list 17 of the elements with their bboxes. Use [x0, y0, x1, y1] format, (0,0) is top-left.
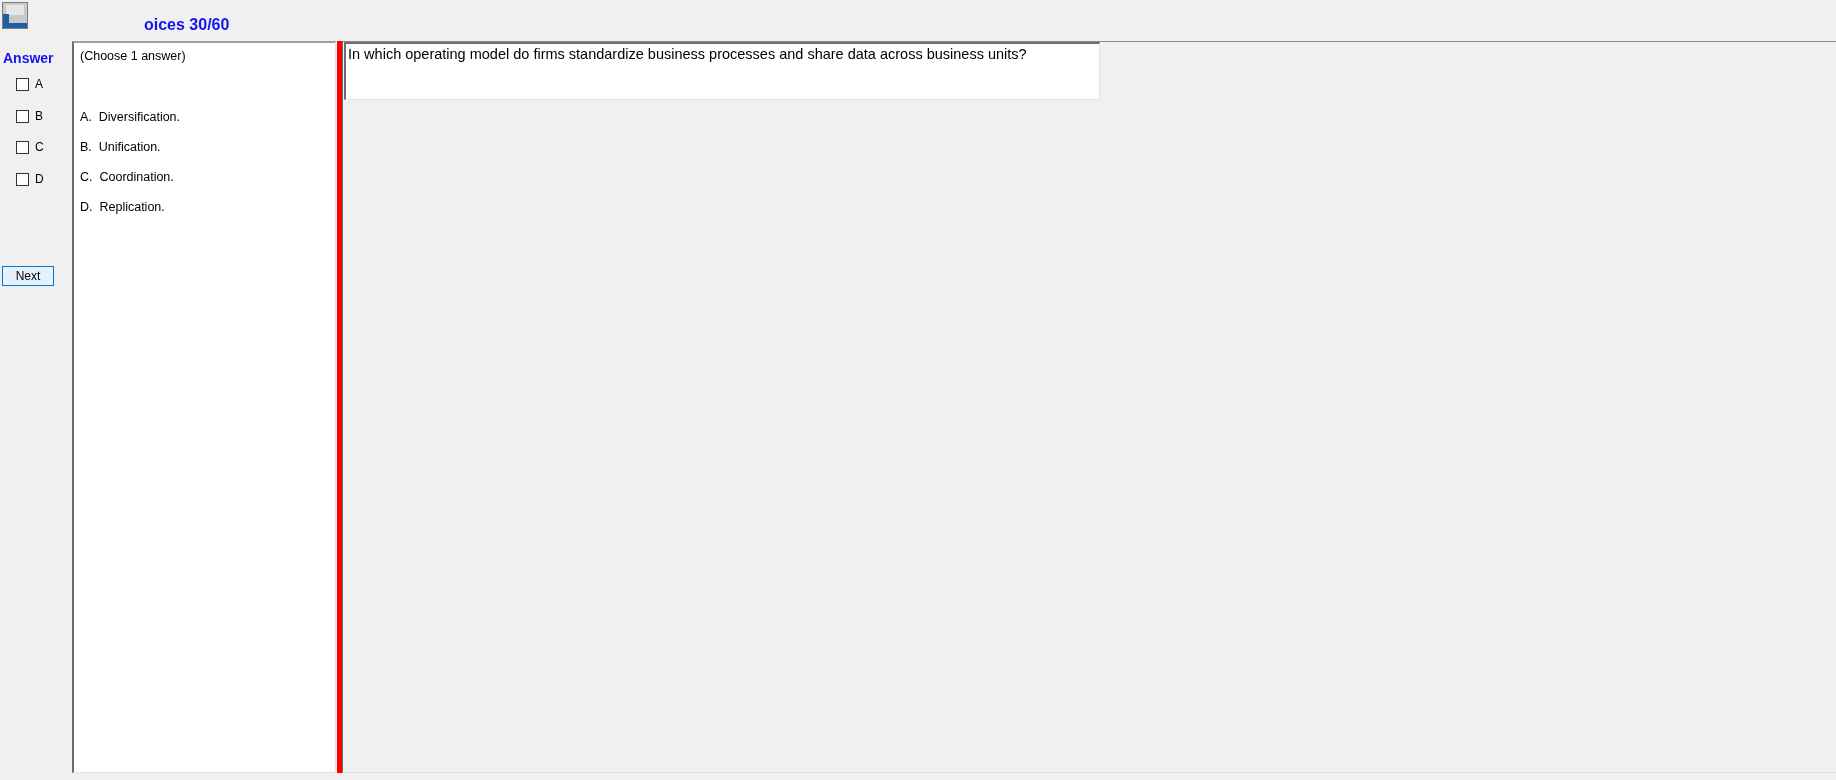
checkbox[interactable]: [16, 109, 29, 123]
question-text-box: In which operating model do firms standardize business processes and share data across business units?: [344, 42, 1100, 100]
answer-option-text: C. Coordination.: [80, 170, 174, 184]
checkbox-label[interactable]: B: [35, 109, 43, 123]
checkbox-label[interactable]: A: [35, 78, 43, 91]
checkbox-label[interactable]: D: [35, 172, 44, 186]
instruction-text: (Choose 1 answer): [80, 49, 187, 64]
checkbox[interactable]: [16, 141, 29, 154]
answer-heading: Answer: [3, 50, 55, 66]
answer-option-text: A. Diversification.: [80, 110, 181, 124]
checkbox-label[interactable]: C: [35, 141, 44, 154]
answer-option-text: B. Unification.: [80, 140, 161, 154]
answer-option-text: D. Replication.: [80, 200, 165, 214]
next-button[interactable]: Next: [2, 266, 54, 286]
checkbox[interactable]: [16, 78, 29, 91]
checkbox[interactable]: [16, 172, 29, 186]
quiz-title: oices 30/60: [144, 15, 230, 34]
